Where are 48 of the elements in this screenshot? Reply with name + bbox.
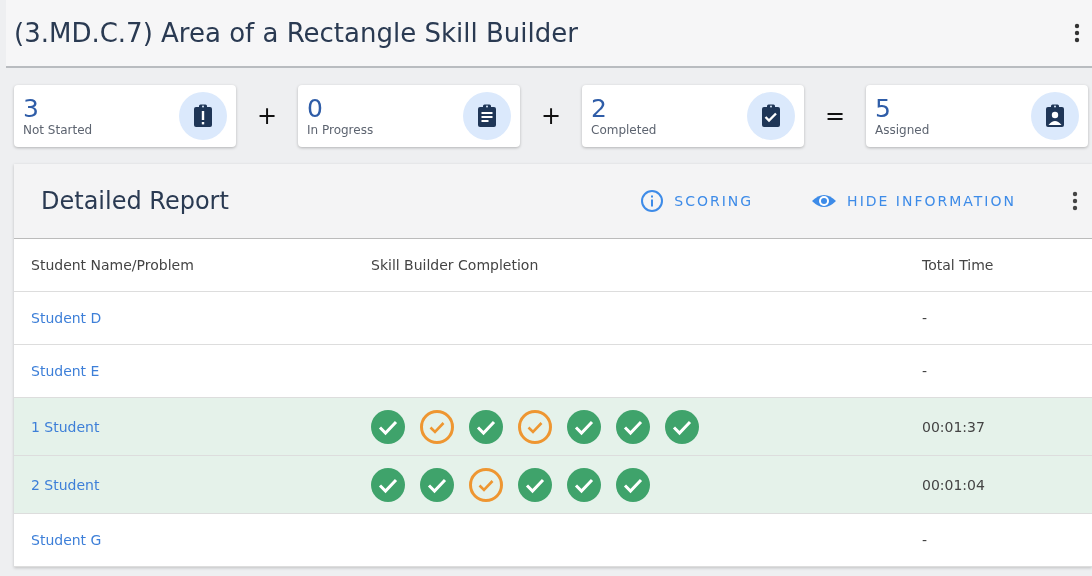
more-options-icon[interactable] (1074, 23, 1080, 43)
operator-sign: + (539, 102, 563, 130)
column-header: Student Name/Problem (30, 257, 195, 273)
clipboard-person-icon (1031, 92, 1079, 140)
stat-count: 2 (591, 95, 608, 123)
operator-sign: = (823, 102, 847, 130)
total-time: - (922, 363, 929, 379)
stat-label: Completed (591, 123, 657, 137)
clipboard-alert-icon (179, 92, 227, 140)
operator-sign: + (255, 102, 279, 130)
scoring-button[interactable]: SCORING (636, 185, 758, 217)
clipboard-list-icon (463, 92, 511, 140)
student-link[interactable]: Student G (31, 532, 102, 548)
check-circle-icon (567, 409, 601, 444)
assignment-title: (3.MD.C.7) Area of a Rectangle Skill Builder (14, 18, 578, 48)
total-time: - (922, 310, 929, 326)
total-time: 00:01:37 (922, 418, 986, 435)
check-circle-outline-icon (518, 409, 552, 444)
stat-label: Not Started (23, 123, 93, 137)
check-circle-icon (371, 467, 405, 502)
stat-label: In Progress (307, 123, 374, 137)
check-circle-icon (371, 409, 405, 444)
info-icon (640, 189, 665, 213)
stat-count: 0 (307, 95, 324, 123)
more-options-icon[interactable] (1072, 191, 1078, 211)
check-circle-icon (567, 467, 601, 502)
student-link[interactable]: Student E (31, 363, 100, 379)
check-circle-icon (420, 467, 454, 502)
check-circle-icon (616, 467, 650, 502)
check-circle-outline-icon (469, 467, 503, 502)
total-time: - (922, 532, 929, 548)
check-circle-icon (469, 409, 503, 444)
stat-label: Assigned (875, 123, 930, 137)
clipboard-check-icon (747, 92, 795, 140)
total-time: 00:01:04 (922, 476, 986, 493)
stat-count: 3 (23, 95, 40, 123)
check-circle-icon (616, 409, 650, 444)
column-header: Total Time (922, 257, 995, 273)
student-link[interactable]: 2 Student (31, 476, 100, 493)
student-link[interactable]: 1 Student (31, 418, 100, 435)
stat-count: 5 (875, 95, 892, 123)
hide-information-button[interactable]: HIDE INFORMATION (807, 185, 1020, 217)
column-header: Skill Builder Completion (371, 257, 540, 273)
student-link[interactable]: Student D (31, 310, 102, 326)
check-circle-icon (518, 467, 552, 502)
report-title: Detailed Report (41, 187, 229, 215)
check-circle-icon (665, 409, 699, 444)
check-circle-outline-icon (420, 409, 454, 444)
